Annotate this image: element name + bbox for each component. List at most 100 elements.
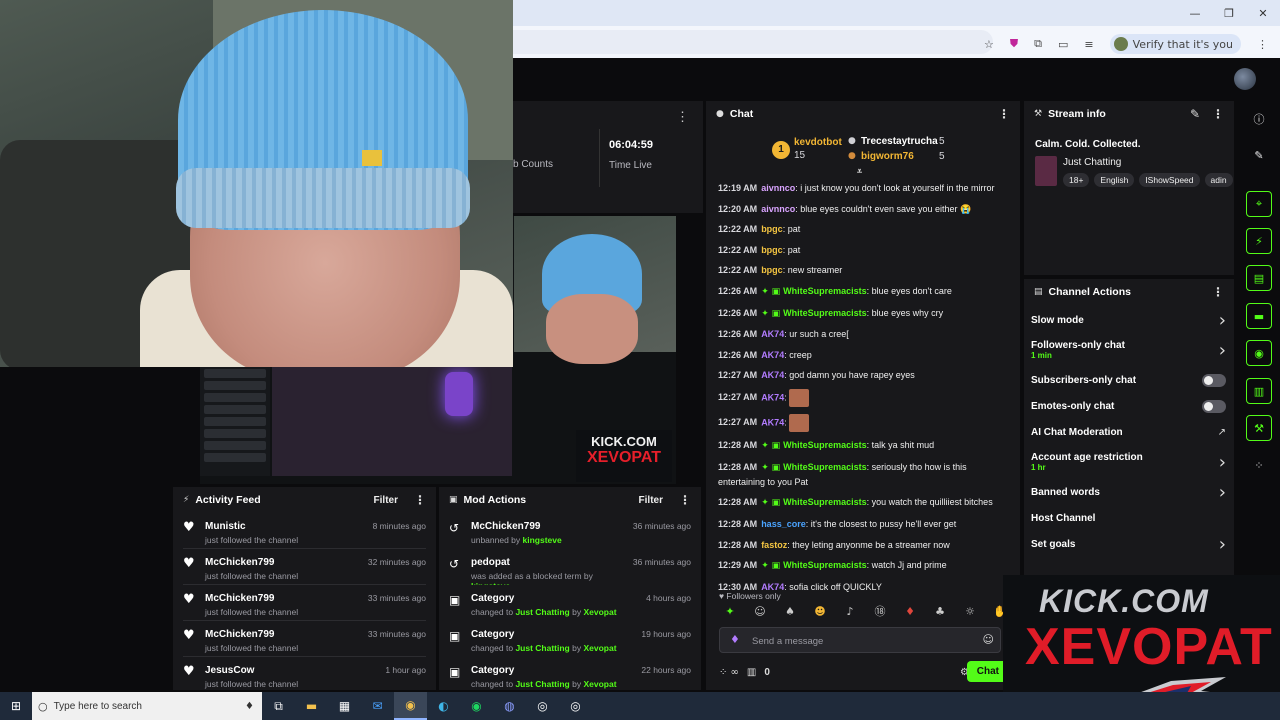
expand-icon[interactable]: ⩡: [857, 167, 862, 177]
channel-action-item[interactable]: Emotes-only chat: [1031, 393, 1226, 419]
emote-icon[interactable]: ♠: [779, 603, 801, 621]
stream-category[interactable]: Just Chatting: [1063, 157, 1121, 168]
leader-second-name[interactable]: Trecestaytrucha: [861, 136, 938, 147]
chevron-right-icon[interactable]: ›: [1219, 534, 1226, 555]
emote-icon[interactable]: ⑱: [869, 603, 891, 621]
more-icon[interactable]: ⋮: [679, 493, 691, 507]
emote-icon[interactable]: ♣: [929, 603, 951, 621]
cast-icon[interactable]: ▭: [1058, 38, 1068, 51]
feed-username[interactable]: McChicken799: [205, 557, 368, 568]
channel-action-item[interactable]: Account age restriction 1 hr ›: [1031, 445, 1226, 479]
message-username[interactable]: bpgc: [761, 224, 783, 234]
file-explorer-icon[interactable]: ▬: [295, 692, 328, 720]
channel-action-item[interactable]: Followers-only chat 1 min ›: [1031, 333, 1226, 367]
message-username[interactable]: aivnnco: [761, 183, 795, 193]
message-username[interactable]: hass_core: [761, 519, 806, 529]
more-icon[interactable]: ⋮: [414, 493, 426, 507]
feed-item[interactable]: ♥ McChicken799 just followed the channel 33…: [183, 621, 426, 657]
chrome-icon[interactable]: ◉: [394, 692, 427, 720]
mod-action-highlight[interactable]: Just Chatting: [515, 679, 569, 689]
mod-action-item[interactable]: ▣ Category changed to Just Chatting by Xev…: [449, 585, 691, 621]
extensions-icon[interactable]: ⧉: [1034, 37, 1042, 51]
feed-item[interactable]: ♥ McChicken799 just followed the channel 33…: [183, 585, 426, 621]
discord-icon[interactable]: ◍: [493, 692, 526, 720]
channel-action-item[interactable]: Subscribers-only chat: [1031, 367, 1226, 393]
mod-action-item[interactable]: ↺ pedopat was added as a blocked term by k…: [449, 549, 691, 585]
emoji-picker-icon[interactable]: ☺: [983, 633, 994, 646]
message-username[interactable]: bpgc: [761, 265, 783, 275]
spotify-icon[interactable]: ◉: [460, 692, 493, 720]
message-username[interactable]: WhiteSupremacists: [783, 497, 867, 507]
message-username[interactable]: AK74: [761, 329, 784, 339]
filter-button[interactable]: Filter: [639, 495, 663, 506]
pencil-icon[interactable]: ✎: [1246, 142, 1272, 168]
info-icon[interactable]: ⓘ: [1246, 106, 1272, 132]
message-username[interactable]: WhiteSupremacists: [783, 462, 867, 472]
more-icon[interactable]: ⋮: [676, 109, 689, 125]
mod-action-highlight[interactable]: Xevopat: [583, 679, 616, 689]
message-username[interactable]: AK74: [761, 370, 784, 380]
emote-icon[interactable]: ☻: [809, 603, 831, 621]
emote-icon[interactable]: ♦: [899, 603, 921, 621]
tab-search-icon[interactable]: ≡: [1084, 38, 1093, 51]
channel-action-item[interactable]: Host Channel: [1031, 505, 1226, 531]
feed-username[interactable]: Munistic: [205, 521, 373, 532]
windows-start-icon[interactable]: ⊞: [0, 692, 32, 720]
broadcast-icon[interactable]: ◉: [1246, 340, 1272, 366]
feed-item[interactable]: ♥ McChicken799 just followed the channel 32…: [183, 549, 426, 585]
star-icon[interactable]: ☆: [984, 38, 994, 51]
shield-icon[interactable]: ⛊: [1010, 37, 1018, 51]
close-button[interactable]: ✕: [1246, 0, 1280, 26]
user-avatar[interactable]: [1234, 68, 1256, 90]
message-username[interactable]: WhiteSupremacists: [783, 286, 867, 296]
mod-action-highlight[interactable]: kingsteve: [523, 535, 562, 545]
mic-icon[interactable]: ♦: [730, 633, 740, 646]
layout-icon[interactable]: ▥: [1246, 378, 1272, 404]
message-username[interactable]: bpgc: [761, 245, 783, 255]
external-link-icon[interactable]: ↗: [1218, 427, 1226, 438]
bolt-icon[interactable]: ⚡: [1246, 228, 1272, 254]
mic-icon[interactable]: ♦: [245, 701, 254, 712]
chevron-right-icon[interactable]: ›: [1219, 482, 1226, 503]
filter-button[interactable]: Filter: [374, 495, 398, 506]
toggle-switch[interactable]: [1202, 399, 1226, 413]
feed-username[interactable]: JesusCow: [205, 665, 385, 676]
mod-action-item[interactable]: ↺ McChicken799 unbanned by kingsteve 36 min…: [449, 513, 691, 549]
channel-action-item[interactable]: Set goals ›: [1031, 531, 1226, 557]
emote-icon[interactable]: ☼: [959, 603, 981, 621]
chat-icon[interactable]: ▬: [1246, 303, 1272, 329]
channel-action-item[interactable]: Slow mode ›: [1031, 307, 1226, 333]
more-icon[interactable]: ⋮: [1257, 38, 1268, 51]
mod-action-highlight[interactable]: Xevopat: [583, 607, 616, 617]
apps-icon[interactable]: ⁘: [1246, 452, 1272, 478]
task-view-icon[interactable]: ⧉: [262, 692, 295, 720]
leader-first-name[interactable]: kevdotbot: [794, 137, 842, 148]
message-username[interactable]: WhiteSupremacists: [783, 440, 867, 450]
message-username[interactable]: AK74: [761, 350, 784, 360]
mod-action-highlight[interactable]: Xevopat: [583, 643, 616, 653]
store-icon[interactable]: ▦: [328, 692, 361, 720]
verify-identity-button[interactable]: Verify that it's you: [1109, 34, 1241, 54]
mod-action-highlight[interactable]: Just Chatting: [515, 643, 569, 653]
wrench-icon[interactable]: ⚒: [1246, 415, 1272, 441]
feed-username[interactable]: McChicken799: [205, 593, 368, 604]
feed-item[interactable]: ♥ Munistic just followed the channel 8 minu…: [183, 513, 426, 549]
message-username[interactable]: fastoz: [761, 540, 787, 550]
channel-action-item[interactable]: AI Chat Moderation ↗: [1031, 419, 1226, 445]
leader-third-name[interactable]: bigworm76: [861, 151, 914, 162]
channel-action-item[interactable]: Banned words ›: [1031, 479, 1226, 505]
toggle-switch[interactable]: [1202, 373, 1226, 387]
mod-action-highlight[interactable]: Just Chatting: [515, 607, 569, 617]
emote-icon[interactable]: ♪: [839, 603, 861, 621]
emote-icon[interactable]: ☺: [749, 603, 771, 621]
more-icon[interactable]: ⋮: [998, 107, 1010, 121]
more-icon[interactable]: ⋮: [1212, 107, 1224, 121]
mod-action-item[interactable]: ▣ Category changed to Just Chatting by Xev…: [449, 657, 691, 693]
chevron-right-icon[interactable]: ›: [1219, 452, 1226, 473]
message-username[interactable]: AK74: [761, 392, 784, 402]
address-bar[interactable]: [513, 30, 993, 54]
message-username[interactable]: aivnnco: [761, 204, 795, 214]
obs-icon[interactable]: ◎: [526, 692, 559, 720]
feed-item[interactable]: ♥ JesusCow just followed the channel 1 hour…: [183, 657, 426, 693]
feed-username[interactable]: McChicken799: [205, 629, 368, 640]
